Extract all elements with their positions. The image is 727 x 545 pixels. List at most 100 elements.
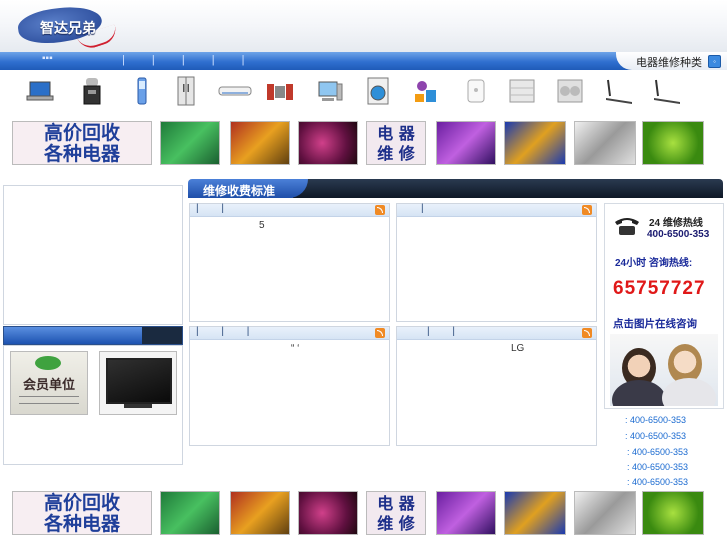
banner-repair-line1-bottom: 电 器 bbox=[377, 494, 415, 513]
nav-dots: ▪▪▪ bbox=[42, 53, 53, 64]
info-panel-1: | | 5 bbox=[189, 203, 390, 322]
phone-line-3[interactable]: : 400-6500-353 bbox=[627, 447, 688, 457]
telephone-icon bbox=[615, 218, 639, 235]
refrigerator-icon[interactable] bbox=[172, 76, 200, 106]
banner-parts[interactable] bbox=[574, 121, 636, 165]
nav-separators: | | | | | bbox=[122, 54, 257, 66]
banner-circuit-board-bottom[interactable] bbox=[160, 491, 220, 535]
panel-4-header: | | bbox=[397, 326, 596, 340]
panel-2-tabs[interactable]: | bbox=[421, 203, 434, 214]
category-tab-label: 电器维修种类 bbox=[636, 57, 702, 69]
left-bar-accent bbox=[142, 327, 182, 344]
laptop-icon[interactable] bbox=[26, 76, 54, 106]
banner-recycle-line1: 高价回收 bbox=[43, 122, 120, 144]
banner-recycle-line2: 各种电器 bbox=[43, 143, 120, 165]
service-fee-tab[interactable]: 维修收费标准 bbox=[188, 179, 293, 198]
banner-components-bottom[interactable] bbox=[230, 491, 290, 535]
air-conditioner-icon[interactable] bbox=[218, 76, 252, 106]
phone-line-2[interactable]: : 400-6500-353 bbox=[625, 431, 686, 441]
banner-repair-line1: 电 器 bbox=[377, 124, 415, 143]
info-panel-2: | bbox=[396, 203, 597, 322]
banner-green-board-bottom[interactable] bbox=[642, 491, 704, 535]
agent-body-2 bbox=[662, 378, 716, 406]
logo-text: 智达兄弟 bbox=[40, 21, 96, 37]
water-heater-icon[interactable] bbox=[462, 76, 490, 106]
banner-recycle-tile[interactable]: 高价回收 各种电器 bbox=[12, 121, 152, 165]
central-ac-icon[interactable] bbox=[508, 76, 536, 106]
rss-icon[interactable] bbox=[582, 328, 592, 338]
panel-1-tabs[interactable]: | | bbox=[196, 203, 234, 214]
online-consult-label[interactable]: 点击图片在线咨询 bbox=[613, 316, 697, 331]
banner-recycle-line1-bottom: 高价回收 bbox=[43, 492, 120, 514]
hotline-number[interactable]: 400-6500-353 bbox=[647, 229, 709, 240]
tv-product-image[interactable] bbox=[99, 351, 177, 415]
tv-screen bbox=[106, 358, 172, 404]
member-badge-lines bbox=[19, 396, 79, 404]
phone-line-4[interactable]: : 400-6500-353 bbox=[627, 462, 688, 472]
hours-label: 24小时 咨询热线: bbox=[615, 258, 693, 269]
info-panel-4: | | LG bbox=[396, 326, 597, 446]
panel-2-header: | bbox=[397, 203, 596, 217]
consult-phone-number[interactable]: 65757727 bbox=[613, 278, 706, 300]
washing-machine-icon[interactable] bbox=[364, 76, 392, 106]
contact-panel: 24 维修热线 400-6500-353 24小时 咨询热线: 65757727… bbox=[604, 203, 724, 409]
online-consult-image[interactable] bbox=[610, 334, 718, 406]
kitchen-appliances-icon[interactable] bbox=[412, 76, 440, 106]
category-tab[interactable]: 电器维修种类 ◦ bbox=[616, 52, 727, 70]
phone-line-5[interactable]: : 400-6500-353 bbox=[627, 477, 688, 487]
banner-bottom: 高价回收 各种电器 电 器 维 修 bbox=[0, 488, 727, 540]
banner-processor-bottom[interactable] bbox=[504, 491, 566, 535]
header-wave bbox=[284, 179, 723, 198]
banner-processor[interactable] bbox=[504, 121, 566, 165]
outdoor-unit-icon[interactable] bbox=[556, 76, 584, 106]
appliance-category-row bbox=[0, 70, 727, 112]
banner-circuit-board[interactable] bbox=[160, 121, 220, 165]
panel-4-tabs[interactable]: | | bbox=[427, 326, 465, 337]
hotline-label: 24 维修热线 bbox=[649, 218, 703, 229]
water-dispenser-icon[interactable] bbox=[78, 76, 106, 106]
banner-chip-bottom[interactable] bbox=[436, 491, 496, 535]
panel-3-header: | | | bbox=[190, 326, 389, 340]
banner-top: 高价回收 各种电器 电 器 维 修 bbox=[0, 118, 727, 168]
left-panel-bottom: 会员单位 bbox=[3, 345, 183, 465]
page-header: 智达兄弟 bbox=[0, 0, 727, 52]
banner-repair-line2: 维 修 bbox=[377, 144, 415, 163]
banner-capacitor-bottom[interactable] bbox=[298, 491, 358, 535]
banner-capacitor[interactable] bbox=[298, 121, 358, 165]
info-panel-3: | | | “ ‘ bbox=[189, 326, 390, 446]
panel-3-content: “ ‘ bbox=[291, 343, 300, 354]
audio-system-icon[interactable] bbox=[266, 76, 294, 106]
panel-4-content: LG bbox=[511, 343, 525, 354]
rss-icon[interactable] bbox=[375, 328, 385, 338]
member-seal-icon bbox=[35, 356, 61, 370]
panel-1-header: | | bbox=[190, 203, 389, 217]
service-fee-title: 维修收费标准 bbox=[203, 184, 276, 198]
banner-repair-line2-bottom: 维 修 bbox=[377, 514, 415, 533]
rss-icon[interactable] bbox=[375, 205, 385, 215]
banner-recycle-line2-bottom: 各种电器 bbox=[43, 513, 120, 535]
banner-chip[interactable] bbox=[436, 121, 496, 165]
left-section-bar bbox=[3, 326, 183, 345]
banner-repair-tile-bottom[interactable]: 电 器 维 修 bbox=[366, 491, 426, 535]
treadmill-icon[interactable] bbox=[602, 76, 634, 106]
panel-1-content: 5 bbox=[259, 220, 265, 231]
agent-body-1 bbox=[612, 380, 666, 406]
computer-icon[interactable] bbox=[316, 76, 344, 106]
left-panel-top bbox=[3, 185, 183, 325]
site-logo[interactable]: 智达兄弟 bbox=[16, 2, 120, 52]
phone-line-1[interactable]: : 400-6500-353 bbox=[625, 415, 686, 425]
member-unit-badge[interactable]: 会员单位 bbox=[10, 351, 88, 415]
banner-recycle-tile-bottom[interactable]: 高价回收 各种电器 bbox=[12, 491, 152, 535]
member-badge-text: 会员单位 bbox=[22, 377, 75, 392]
treadmill-2-icon[interactable] bbox=[650, 76, 682, 106]
panel-3-tabs[interactable]: | | | bbox=[196, 326, 259, 337]
service-fee-header: 维修收费标准 bbox=[188, 179, 723, 198]
banner-repair-tile[interactable]: 电 器 维 修 bbox=[366, 121, 426, 165]
category-expand-button[interactable]: ◦ bbox=[708, 55, 721, 68]
banner-parts-bottom[interactable] bbox=[574, 491, 636, 535]
mobile-phone-icon[interactable] bbox=[128, 76, 156, 106]
tv-stand bbox=[124, 404, 152, 408]
rss-icon[interactable] bbox=[582, 205, 592, 215]
banner-green-board[interactable] bbox=[642, 121, 704, 165]
banner-components[interactable] bbox=[230, 121, 290, 165]
